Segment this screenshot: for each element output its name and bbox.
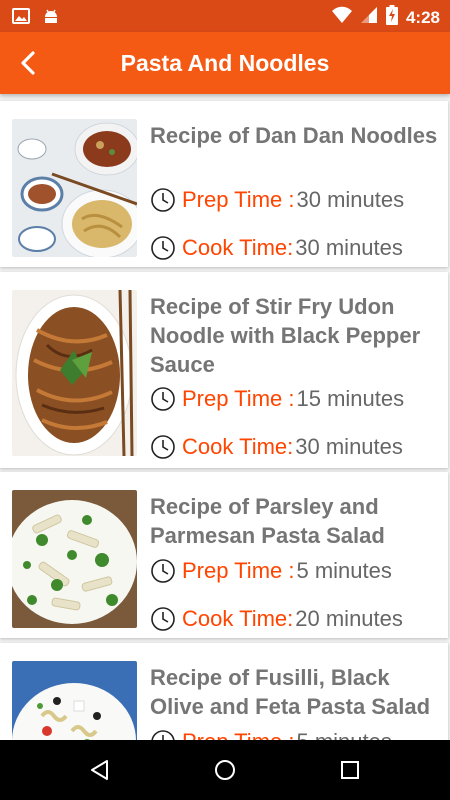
clock-icon: [151, 387, 175, 411]
recipe-card[interactable]: Recipe of Fusilli, Black Olive and Feta …: [0, 643, 448, 740]
prep-time-label: Prep Time :: [182, 386, 295, 411]
cook-time-label: Cook Time:: [182, 235, 294, 260]
prep-time-label: Prep Time :: [182, 558, 295, 583]
prep-time-row: Prep Time : 15 minutes: [150, 384, 448, 414]
back-triangle-icon: [91, 760, 108, 780]
page-title: Pasta And Noodles: [120, 50, 330, 76]
clock-icon: [151, 435, 175, 459]
recipe-card[interactable]: Recipe of Dan Dan Noodles Prep Time : 30…: [0, 101, 448, 267]
recipe-thumbnail: [12, 661, 137, 740]
signal-icon: [360, 6, 378, 29]
recipe-title: Recipe of Dan Dan Noodles: [150, 123, 438, 148]
clock-icon: [151, 730, 175, 740]
recents-square-icon: [341, 761, 359, 779]
prep-time-label: Prep Time :: [182, 729, 294, 740]
recipe-thumbnail: [12, 290, 137, 456]
cook-time-label: Cook Time:: [182, 434, 294, 459]
cook-time-label: Cook Time:: [182, 606, 294, 631]
clock-icon: [151, 188, 175, 212]
wifi-icon: [331, 6, 352, 29]
clock-time: 4:28: [405, 7, 440, 27]
cook-time-row: Cook Time: 20 minutes: [150, 604, 448, 634]
cook-time-value: 30 minutes: [295, 434, 403, 459]
recipe-card[interactable]: Recipe of Stir Fry Udon Noodle with Blac…: [0, 272, 448, 468]
battery-charging-icon: [385, 5, 398, 30]
prep-time-value: 5 minutes: [296, 558, 392, 583]
cook-time-row: Cook Time: 30 minutes: [150, 432, 448, 462]
home-circle-icon: [215, 760, 235, 780]
prep-time-row: Prep Time : 5 minutes: [150, 556, 448, 586]
recipe-title: Recipe of Fusilli, Black Olive and Feta …: [150, 665, 431, 719]
prep-time-value: 5 minutes: [296, 729, 391, 740]
clock-icon: [151, 236, 175, 260]
recipe-thumbnail: [12, 490, 137, 628]
app-bar: Pasta And Noodles: [0, 32, 450, 94]
recipe-title: Recipe of Parsley and Parmesan Pasta Sal…: [150, 494, 385, 548]
nav-home-button[interactable]: [210, 755, 240, 785]
prep-time-value: 30 minutes: [296, 187, 405, 212]
prep-time-row: Prep Time : 30 minutes: [150, 185, 448, 215]
android-icon: [42, 7, 60, 30]
nav-recents-button[interactable]: [335, 755, 365, 785]
cook-time-value: 30 minutes: [295, 235, 403, 260]
system-nav-bar: [0, 740, 450, 800]
recipe-list[interactable]: Recipe of Dan Dan Noodles Prep Time : 30…: [0, 94, 450, 740]
image-icon: [12, 7, 30, 30]
prep-time-row: Prep Time : 5 minutes: [150, 727, 448, 740]
prep-time-label: Prep Time :: [182, 187, 295, 212]
cook-time-value: 20 minutes: [295, 606, 403, 631]
cook-time-row: Cook Time: 30 minutes: [150, 233, 448, 263]
recipe-card[interactable]: Recipe of Parsley and Parmesan Pasta Sal…: [0, 472, 448, 638]
recipe-title: Recipe of Stir Fry Udon Noodle with Blac…: [150, 294, 421, 377]
nav-back-button[interactable]: [85, 755, 115, 785]
prep-time-value: 15 minutes: [296, 386, 405, 411]
status-bar: 4:28: [0, 0, 450, 32]
clock-icon: [151, 607, 175, 631]
clock-icon: [151, 559, 175, 583]
recipe-thumbnail: [12, 119, 137, 257]
